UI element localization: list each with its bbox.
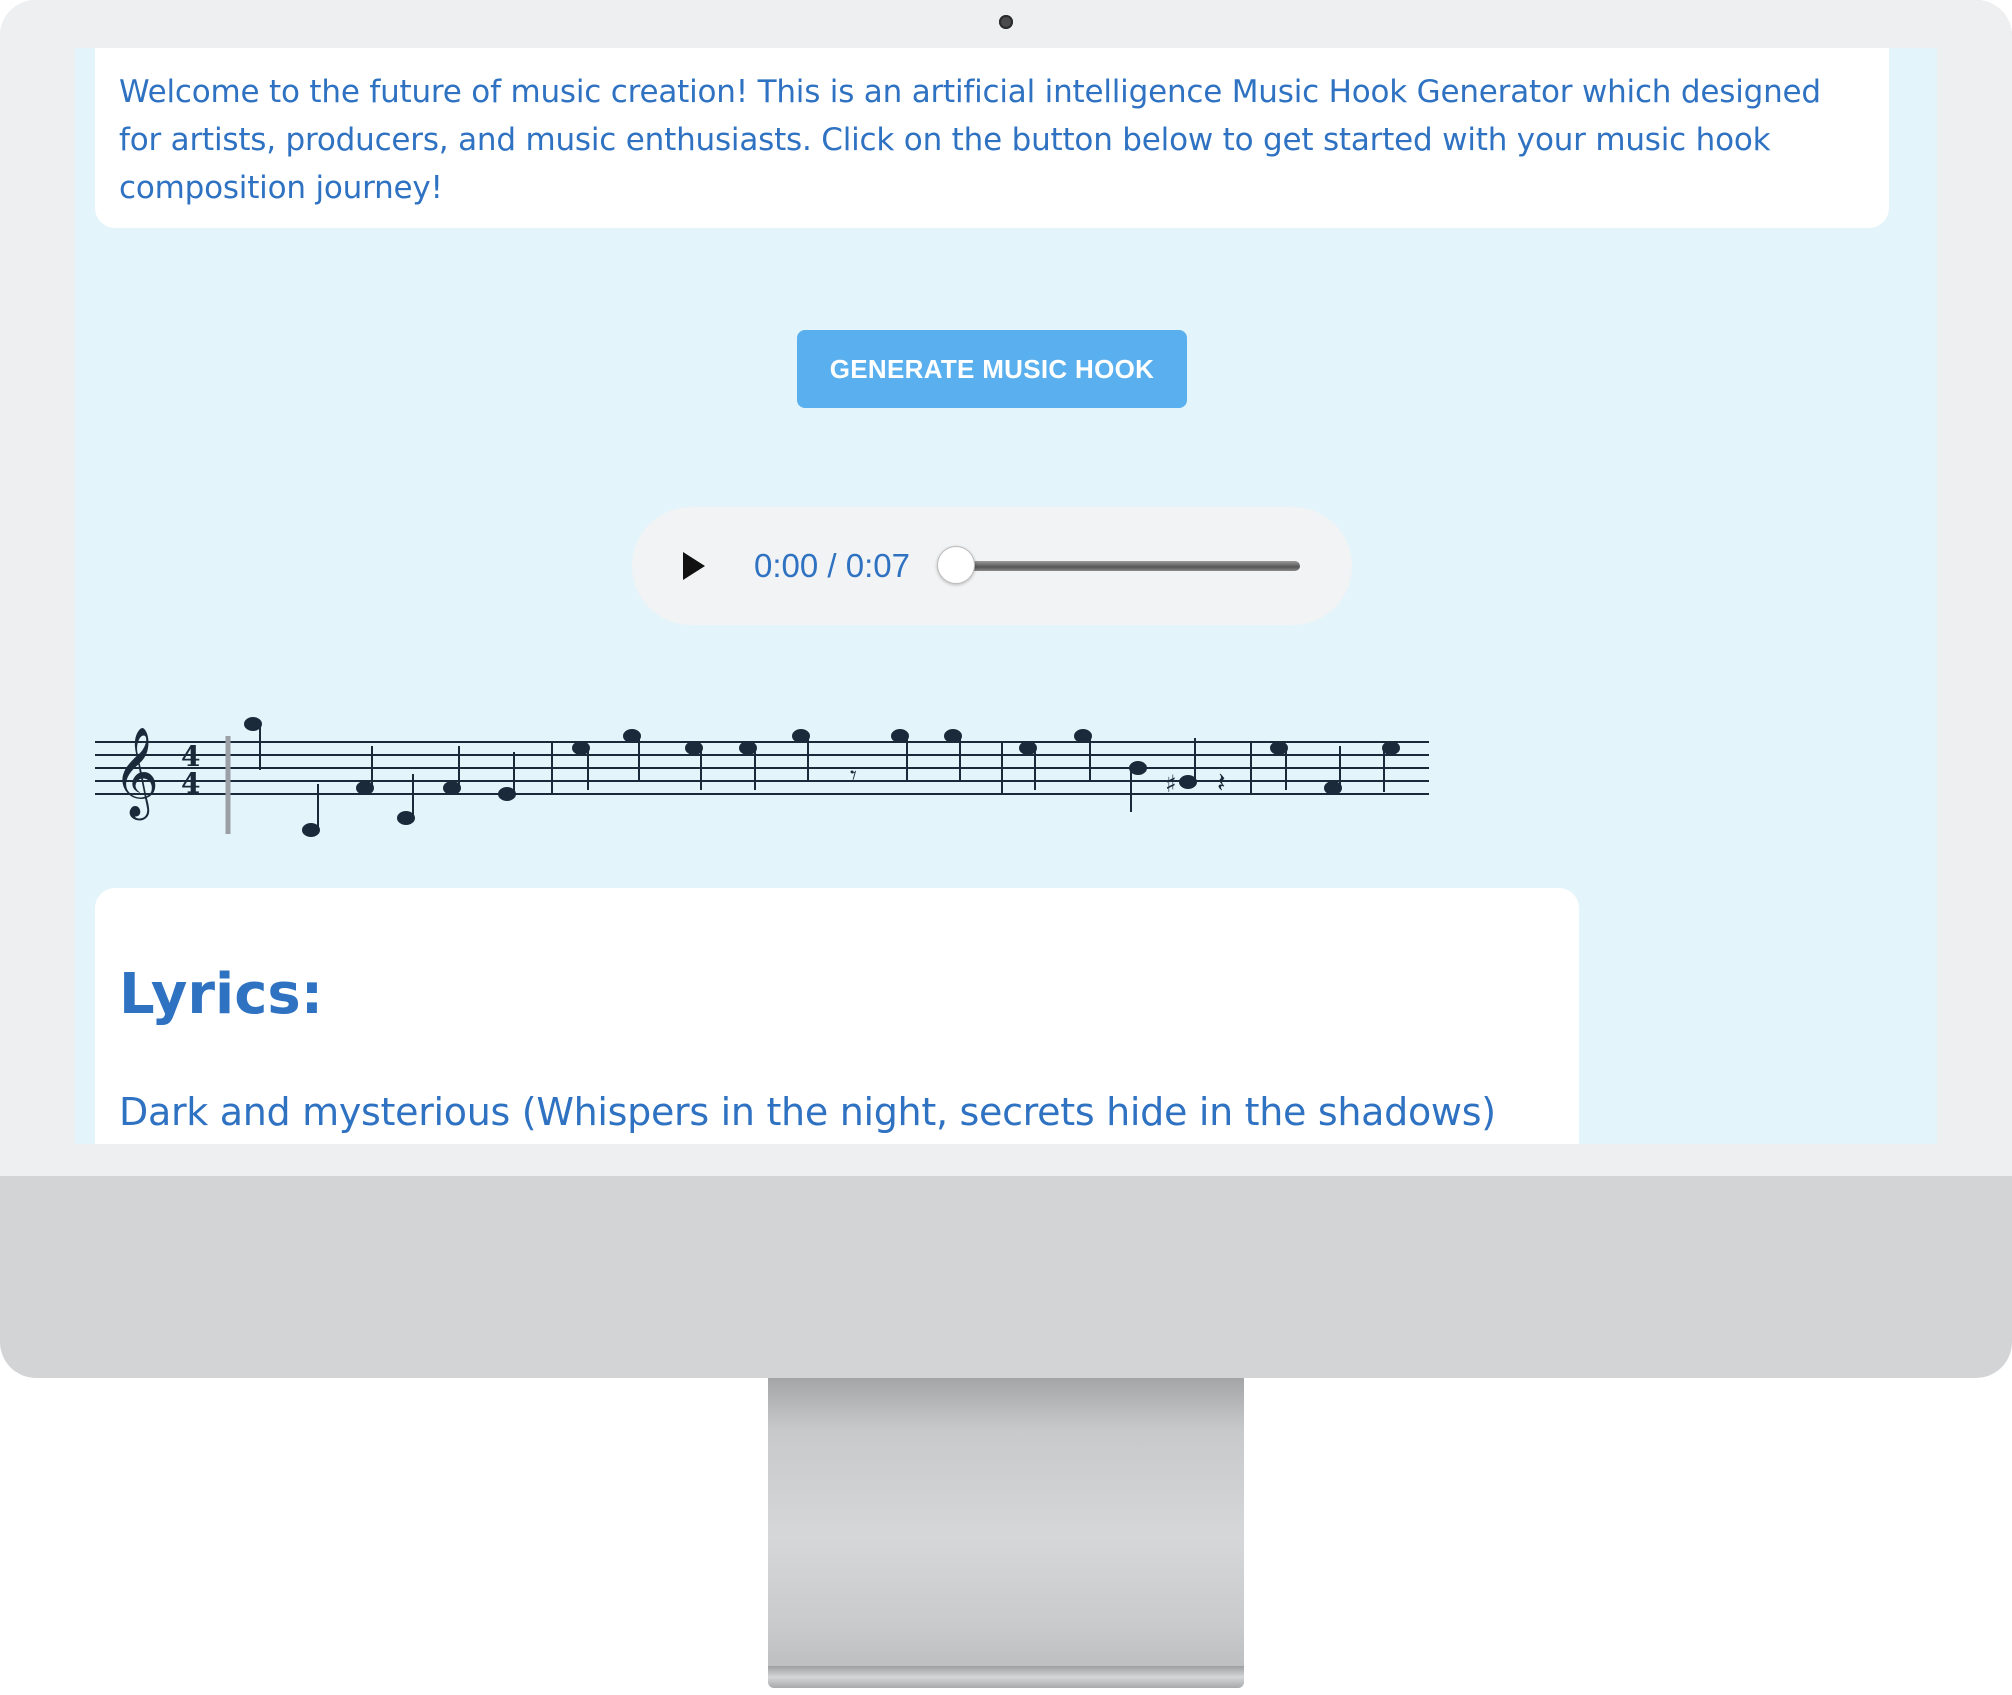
lyrics-heading: Lyrics: bbox=[119, 962, 324, 1027]
lyrics-line: Dark and mysterious (Whispers in the nig… bbox=[119, 1090, 1496, 1134]
seek-bar[interactable] bbox=[955, 561, 1300, 571]
svg-text:𝄽: 𝄽 bbox=[1217, 766, 1226, 799]
generate-music-hook-button[interactable]: GENERATE MUSIC HOOK bbox=[797, 330, 1187, 408]
monitor-frame: Welcome to the future of music creation!… bbox=[0, 0, 2012, 1378]
svg-text:𝄞: 𝄞 bbox=[113, 727, 159, 821]
lyrics-card: Lyrics: Dark and mysterious (Whispers in… bbox=[95, 888, 1579, 1144]
camera-icon bbox=[999, 15, 1013, 29]
time-readout: 0:00 / 0:07 bbox=[754, 547, 910, 584]
audio-player: 0:00 / 0:07 bbox=[632, 507, 1352, 625]
svg-text:♯: ♯ bbox=[1165, 770, 1177, 798]
svg-text:4: 4 bbox=[181, 767, 200, 800]
monitor-stand bbox=[768, 1378, 1244, 1670]
svg-text:𝄾: 𝄾 bbox=[850, 761, 857, 791]
seek-thumb[interactable] bbox=[937, 546, 975, 584]
play-icon[interactable] bbox=[672, 546, 712, 586]
screen: Welcome to the future of music creation!… bbox=[75, 48, 1937, 1144]
intro-card: Welcome to the future of music creation!… bbox=[95, 48, 1889, 228]
sheet-music: 𝄞 4 4 𝄾 ♯ 𝄽 bbox=[95, 717, 1429, 837]
monitor-bezel: Welcome to the future of music creation!… bbox=[0, 0, 2012, 1176]
monitor-stand-base bbox=[768, 1666, 1244, 1688]
intro-text: Welcome to the future of music creation!… bbox=[119, 74, 1821, 206]
